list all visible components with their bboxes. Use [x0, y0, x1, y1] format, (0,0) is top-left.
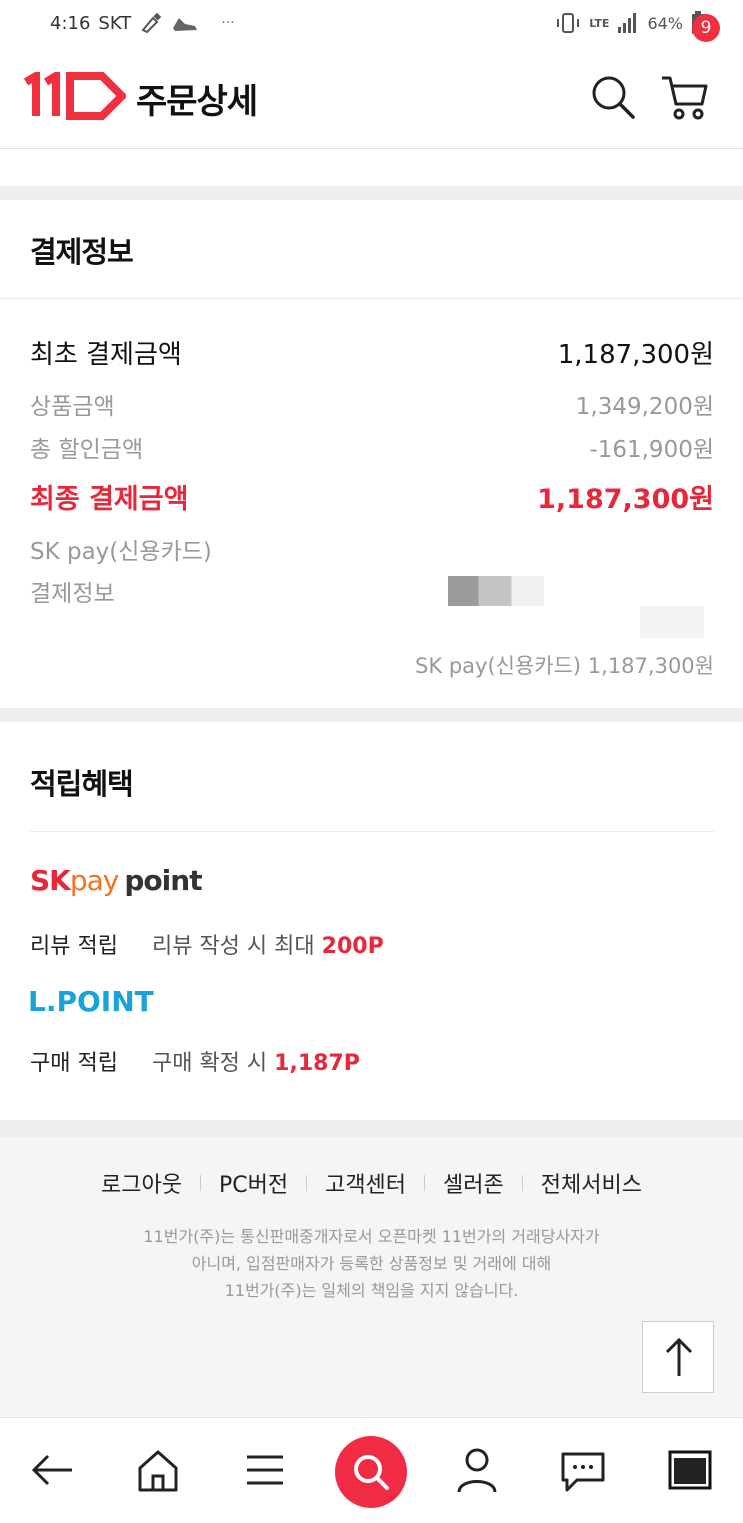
initial-payment-label: 최초 결제금액	[30, 340, 182, 370]
section-gap-2	[0, 708, 743, 722]
footer-disclaimer: 11번가(주)는 통신판매중개자로서 오픈마켓 11번가의 거래당사자가 아니며…	[0, 1223, 743, 1304]
footer-link-all-services[interactable]: 전체서비스	[541, 1167, 642, 1199]
search-fab-button[interactable]	[335, 1436, 407, 1508]
footer-link-logout[interactable]: 로그아웃	[101, 1167, 182, 1199]
final-payment-label: 최종 결제금액	[30, 484, 189, 515]
sk-pay-point-pay: pay	[69, 864, 120, 897]
product-amount-label: 상품금액	[30, 394, 115, 420]
initial-payment-row: 최초 결제금액 1,187,300원	[30, 334, 714, 371]
status-bar: 4:16 SKT ··· LTE 64%	[0, 0, 743, 46]
reward-section-title: 적립혜택	[30, 767, 134, 801]
masked-card-info	[448, 576, 544, 606]
sk-pay-point-point: point	[124, 864, 202, 897]
footer-link-seller-zone[interactable]: 셀러존	[443, 1167, 504, 1199]
review-reward-desc-wrap: 리뷰 작성 시 최대 200P	[152, 928, 384, 960]
review-reward-row: 리뷰 적립 리뷰 작성 시 최대 200P	[30, 928, 384, 960]
product-amount-row: 상품금액 1,349,200원	[30, 387, 714, 421]
cart-icon[interactable]	[660, 72, 710, 122]
status-time: 4:16	[50, 12, 91, 34]
bottom-navigation	[0, 1417, 743, 1523]
status-more: ···	[221, 15, 235, 31]
status-left: 4:16 SKT ···	[50, 12, 235, 34]
network-label: LTE	[589, 16, 610, 30]
status-carrier: SKT	[98, 12, 132, 34]
final-payment-row: 최종 결제금액 1,187,300원	[30, 477, 714, 516]
menu-icon[interactable]	[235, 1440, 295, 1500]
discount-label: 총 할인금액	[30, 437, 144, 463]
footer-link-customer-center[interactable]: 고객센터	[325, 1167, 406, 1199]
footer-separator	[306, 1175, 308, 1191]
product-amount-value: 1,349,200원	[575, 394, 714, 420]
footer-link-pc[interactable]: PC버전	[219, 1167, 288, 1199]
vibrate-icon	[557, 13, 580, 33]
discount-row: 총 할인금액 -161,900원	[30, 430, 714, 464]
page-title: 주문상세	[136, 82, 258, 122]
shoe-icon	[173, 18, 198, 31]
payment-method-label: SK pay(신용카드)	[30, 539, 212, 565]
footer-links: 로그아웃 PC버전 고객센터 셀러존 전체서비스	[0, 1167, 743, 1199]
arrow-up-icon	[665, 1337, 693, 1376]
scroll-top-button[interactable]	[642, 1321, 714, 1393]
sk-pay-point-logo: SK pay point	[30, 864, 203, 902]
footer: 로그아웃 PC버전 고객센터 셀러존 전체서비스 11번가(주)는 통신판매중개…	[0, 1137, 743, 1417]
home-icon[interactable]	[128, 1440, 188, 1500]
lpoint-logo: L.POINT	[28, 985, 154, 1018]
11st-logo-icon[interactable]	[24, 72, 126, 120]
footer-disclaimer-line3: 11번가(주)는 일체의 책임을 지지 않습니다.	[224, 1281, 519, 1300]
status-right: LTE 64%	[555, 11, 705, 35]
search-icon	[354, 1455, 389, 1490]
footer-disclaimer-line2: 아니며, 입점판매자가 등록한 상품정보 및 거래에 대해	[191, 1254, 552, 1273]
discount-value: -161,900원	[589, 437, 714, 463]
payment-section-title: 결제정보	[30, 235, 134, 269]
section-gap	[0, 186, 743, 200]
footer-disclaimer-line1: 11번가(주)는 통신판매중개자로서 오픈마켓 11번가의 거래당사자가	[143, 1227, 600, 1246]
signal-icon	[618, 13, 637, 33]
footer-separator	[521, 1175, 523, 1191]
reward-divider	[30, 831, 714, 832]
payment-summary: SK pay(신용카드) 1,187,300원	[415, 654, 714, 678]
app-header: 주문상세	[0, 46, 743, 149]
purchase-reward-point: 1,187P	[274, 1051, 360, 1076]
initial-payment-value: 1,187,300원	[557, 340, 714, 370]
battery-percent: 64%	[647, 13, 683, 33]
tabs-icon[interactable]	[660, 1440, 720, 1500]
bottle-icon	[141, 12, 162, 34]
payment-divider	[0, 298, 743, 299]
final-payment-value: 1,187,300원	[537, 484, 714, 515]
user-icon[interactable]	[447, 1440, 507, 1500]
review-reward-point: 200P	[321, 934, 384, 959]
arrow-left-icon[interactable]	[22, 1440, 82, 1500]
review-reward-label: 리뷰 적립	[30, 934, 118, 959]
footer-separator	[199, 1175, 201, 1191]
masked-card-info-2	[640, 606, 704, 638]
purchase-reward-label: 구매 적립	[30, 1051, 118, 1076]
footer-separator	[424, 1175, 426, 1191]
purchase-reward-desc-wrap: 구매 확정 시 1,187P	[152, 1045, 360, 1077]
section-gap-3	[0, 1120, 743, 1137]
purchase-reward-desc: 구매 확정 시	[151, 1051, 268, 1076]
cart-count-badge[interactable]: 9	[692, 14, 720, 42]
review-reward-desc: 리뷰 작성 시 최대	[151, 934, 315, 959]
payment-info-label: 결제정보	[30, 581, 115, 607]
purchase-reward-row: 구매 적립 구매 확정 시 1,187P	[30, 1045, 360, 1077]
sk-pay-point-sk: SK	[30, 864, 71, 897]
chat-icon[interactable]	[553, 1440, 613, 1500]
search-icon[interactable]	[590, 74, 636, 120]
